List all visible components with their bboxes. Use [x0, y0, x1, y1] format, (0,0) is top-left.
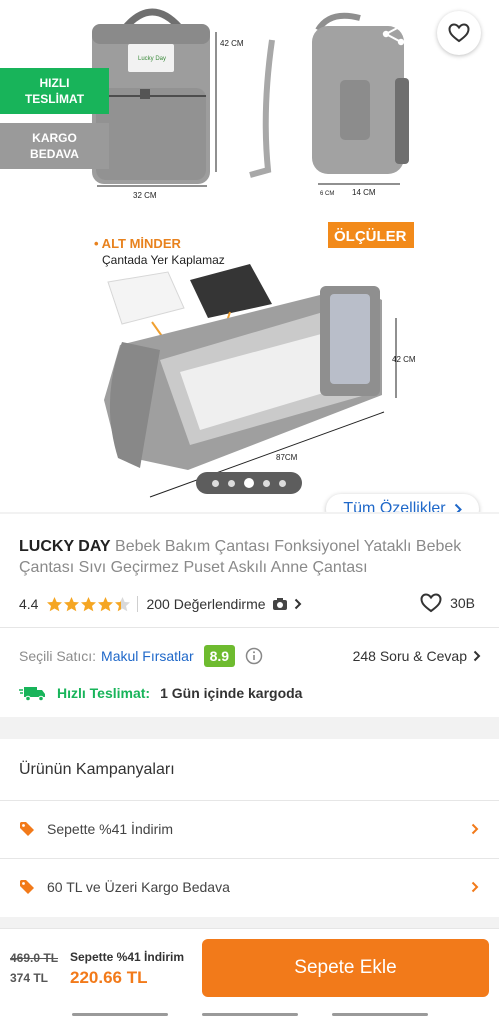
product-title: LUCKY DAY Bebek Bakım Çantası Fonksiyone…	[19, 536, 483, 578]
space-note-label: Çantada Yer Kaplamaz	[102, 253, 225, 267]
seller-score-badge: 8.9	[203, 645, 236, 667]
dimension-label: 87CM	[276, 453, 298, 462]
badge-text: TESLİMAT	[24, 92, 85, 106]
badge-text: BEDAVA	[30, 147, 79, 161]
back-button[interactable]	[14, 16, 54, 52]
star-icon	[64, 596, 80, 611]
nav-home-pill[interactable]	[202, 1013, 298, 1016]
chevron-right-icon	[294, 598, 301, 610]
current-price: 374 TL	[10, 971, 49, 985]
tag-icon	[20, 880, 34, 894]
brand-name[interactable]: LUCKY DAY	[19, 538, 111, 555]
favorite-button[interactable]	[437, 11, 481, 55]
qa-label: 248 Soru & Cevap	[352, 648, 467, 664]
slide-dot[interactable]	[212, 479, 219, 487]
bag-logo-text: Lucky Day	[138, 56, 166, 62]
review-count[interactable]: 200 Değerlendirme	[146, 596, 265, 612]
add-to-cart-label: Sepete Ekle	[294, 957, 397, 978]
seller-row: Seçili Satıcı: Makul Fırsatlar 8.9 248 S…	[19, 643, 481, 669]
badge-text: HIZLI	[39, 76, 70, 90]
arrow-left-icon	[22, 23, 46, 45]
original-price: 469.0 TL	[10, 951, 59, 965]
all-features-label: Tüm Özellikler	[343, 500, 446, 512]
dimension-label: 14 CM	[352, 188, 376, 197]
camera-icon	[272, 598, 287, 610]
backpack-front-illustration	[92, 8, 217, 187]
all-features-button[interactable]: Tüm Özellikler	[326, 494, 479, 512]
slide-dot[interactable]	[279, 479, 286, 487]
star-icon	[47, 596, 63, 611]
share-icon	[382, 22, 405, 46]
slide-dot[interactable]	[228, 479, 235, 487]
campaign-label: Sepette %41 İndirim	[47, 821, 174, 837]
nav-back-pill[interactable]	[72, 1013, 168, 1016]
campaigns-section: Ürünün Kampanyaları Sepette %41 İndirim …	[0, 739, 499, 917]
rating-stars	[46, 596, 131, 613]
free-cargo-badge: KARGO BEDAVA	[0, 123, 109, 169]
favorite-count[interactable]: 30B	[420, 593, 475, 613]
qa-link[interactable]: 248 Soru & Cevap	[353, 648, 481, 664]
delivery-text: 1 Gün içinde kargoda	[160, 685, 303, 701]
nav-recents-pill[interactable]	[332, 1013, 428, 1016]
info-icon[interactable]	[245, 647, 263, 665]
star-icon	[115, 596, 131, 611]
product-info-card: LUCKY DAY Bebek Bakım Çantası Fonksiyone…	[0, 514, 499, 717]
divider	[0, 627, 499, 628]
promo-price: 220.66 TL	[70, 968, 148, 987]
system-nav-bar	[0, 1010, 499, 1024]
truck-icon	[19, 687, 45, 702]
favorite-count-value: 30B	[450, 595, 475, 611]
share-button[interactable]	[372, 14, 416, 54]
heart-icon	[448, 23, 470, 43]
campaigns-title: Ürünün Kampanyaları	[19, 761, 175, 778]
product-image-gallery[interactable]: 42 CM 32 CM Lucky Day 6 CM 14 CM • ALT M…	[0, 0, 499, 512]
chevron-right-icon	[471, 881, 479, 893]
chevron-right-icon	[473, 650, 481, 662]
delivery-row: Hızlı Teslimat: 1 Gün içinde kargoda	[19, 682, 302, 704]
olculer-label: ÖLÇÜLER	[334, 228, 407, 245]
cart-bar: 469.0 TL 374 TL Sepette %41 İndirim 220.…	[0, 928, 499, 1010]
fast-delivery-badge: HIZLI TESLİMAT	[0, 68, 109, 114]
delivery-label: Hızlı Teslimat:	[57, 685, 151, 701]
tag-icon	[20, 822, 34, 836]
star-icon	[81, 596, 97, 611]
campaign-label: 60 TL ve Üzeri Kargo Bedava	[47, 879, 230, 895]
seller-name-link[interactable]: Makul Fırsatlar	[101, 648, 194, 664]
chevron-right-icon	[454, 503, 462, 512]
rating-value: 4.4	[19, 596, 39, 612]
divider	[137, 596, 139, 612]
badge-text: KARGO	[32, 131, 77, 145]
dimension-label: 42 CM	[220, 39, 244, 48]
add-to-cart-button[interactable]: Sepete Ekle	[202, 939, 489, 997]
alt-minder-label: • ALT MİNDER	[94, 236, 181, 251]
promo-label: Sepette %41 İndirim	[70, 950, 185, 964]
heart-icon	[420, 593, 442, 613]
campaign-item[interactable]: 60 TL ve Üzeri Kargo Bedava	[0, 859, 499, 915]
dimension-label: 32 CM	[133, 191, 157, 200]
rating-row[interactable]: 4.4 200 Değerlendirme	[19, 594, 479, 614]
seller-label: Seçili Satıcı:	[19, 648, 97, 664]
campaign-item[interactable]: Sepette %41 İndirim	[0, 801, 499, 857]
slide-dot[interactable]	[244, 478, 254, 488]
dimension-label: 6 CM	[320, 191, 334, 197]
slide-dot[interactable]	[263, 479, 270, 487]
dimension-label: 42 CM	[392, 355, 416, 364]
chevron-right-icon	[471, 823, 479, 835]
star-icon	[98, 596, 114, 611]
slide-indicator[interactable]	[196, 472, 302, 494]
